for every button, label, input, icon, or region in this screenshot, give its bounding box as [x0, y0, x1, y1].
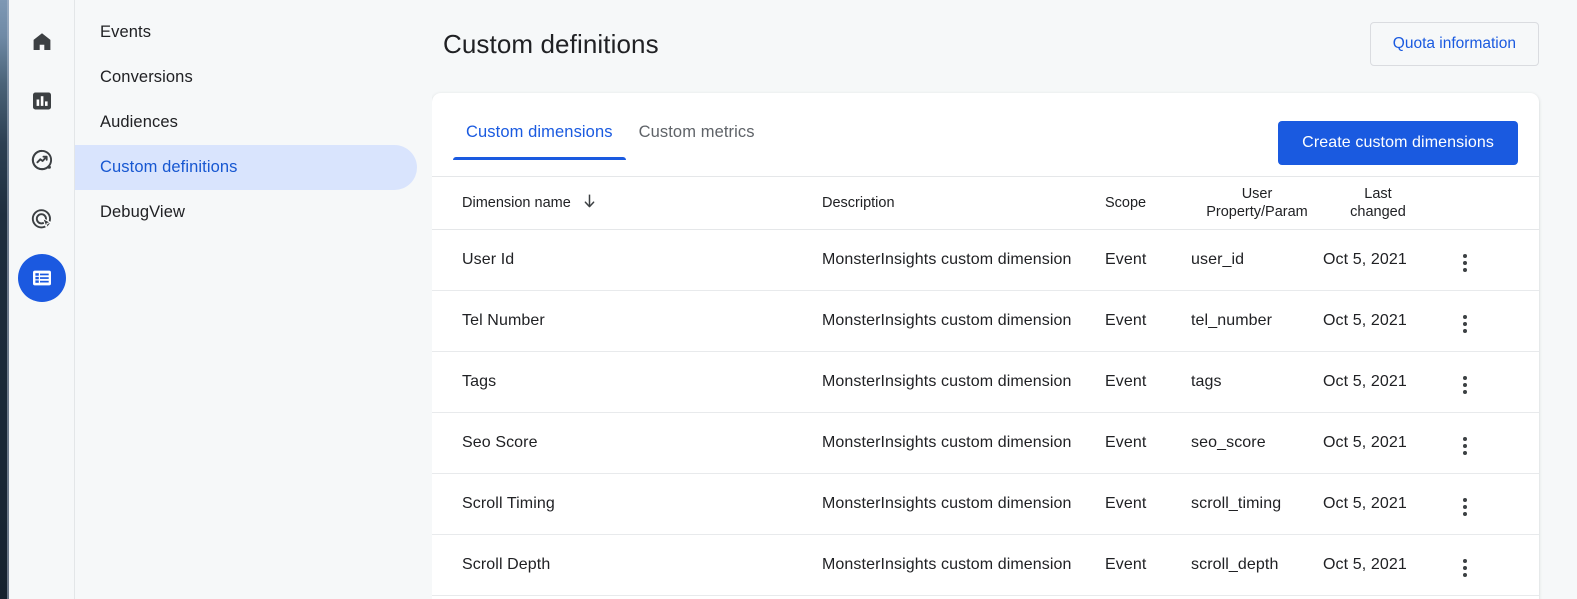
cell-dimension-name: User Id [432, 229, 822, 291]
column-label: Scope [1105, 195, 1147, 211]
window-edge-highlight [7, 0, 9, 599]
custom-dimensions-table: Dimension name Description Scope User Pr… [432, 176, 1539, 596]
create-custom-dimensions-button[interactable]: Create custom dimensions [1278, 121, 1518, 165]
tab-label: Custom dimensions [466, 123, 613, 141]
app-root: Events Conversions Audiences Custom defi… [0, 0, 1577, 599]
cell-description: MonsterInsights custom dimension [822, 351, 1105, 413]
cell-last-changed: Oct 5, 2021 [1323, 412, 1433, 474]
sidebar-item-conversions[interactable]: Conversions [75, 55, 417, 100]
cell-scope: Event [1105, 412, 1191, 474]
sidebar-item-audiences[interactable]: Audiences [75, 100, 417, 145]
cell-description: MonsterInsights custom dimension [822, 412, 1105, 474]
cell-user-property: tel_number [1191, 290, 1323, 352]
table-row[interactable]: Tel Number MonsterInsights custom dimens… [432, 290, 1539, 352]
column-header-dimension-name[interactable]: Dimension name [432, 176, 822, 230]
table-row[interactable]: Seo Score MonsterInsights custom dimensi… [432, 412, 1539, 474]
arrow-down-icon [582, 193, 597, 213]
table-row[interactable]: Scroll Depth MonsterInsights custom dime… [432, 534, 1539, 596]
cell-description: MonsterInsights custom dimension [822, 534, 1105, 596]
cell-actions [1433, 290, 1539, 352]
cell-dimension-name: Tel Number [432, 290, 822, 352]
column-header-user-property-param[interactable]: User Property/Param [1191, 176, 1323, 230]
more-options-icon[interactable] [1455, 433, 1475, 459]
more-options-icon[interactable] [1455, 372, 1475, 398]
column-label-line1: Last [1364, 185, 1392, 202]
quota-information-button[interactable]: Quota information [1369, 22, 1539, 66]
tab-bar: Custom dimensions Custom metrics Create … [432, 93, 1539, 176]
cell-dimension-name: Scroll Depth [432, 534, 822, 596]
cell-actions [1433, 351, 1539, 413]
cell-scope: Event [1105, 290, 1191, 352]
column-header-scope[interactable]: Scope [1105, 176, 1191, 230]
cell-description: MonsterInsights custom dimension [822, 473, 1105, 535]
column-header-actions [1433, 176, 1539, 230]
secondary-sidebar: Events Conversions Audiences Custom defi… [75, 0, 432, 599]
cell-last-changed: Oct 5, 2021 [1323, 351, 1433, 413]
cell-description: MonsterInsights custom dimension [822, 290, 1105, 352]
sidebar-item-label: Custom definitions [100, 158, 238, 176]
cell-scope: Event [1105, 534, 1191, 596]
tab-label: Custom metrics [638, 123, 755, 141]
cell-actions [1433, 534, 1539, 596]
cell-user-property: scroll_depth [1191, 534, 1323, 596]
more-options-icon[interactable] [1455, 311, 1475, 337]
column-label: Description [822, 195, 895, 211]
sidebar-item-label: Events [100, 23, 152, 41]
column-header-last-changed[interactable]: Last changed [1323, 176, 1433, 230]
column-header-description[interactable]: Description [822, 176, 1105, 230]
table-header-row: Dimension name Description Scope User Pr… [432, 176, 1539, 230]
custom-definitions-card: Custom dimensions Custom metrics Create … [432, 93, 1539, 599]
column-label-line2: Property/Param [1206, 204, 1308, 220]
cell-dimension-name: Tags [432, 351, 822, 413]
column-label-line2: changed [1350, 204, 1406, 220]
cell-dimension-name: Scroll Timing [432, 473, 822, 535]
bar-chart-icon[interactable] [18, 77, 66, 125]
page-title: Custom definitions [443, 29, 659, 59]
cell-user-property: seo_score [1191, 412, 1323, 474]
table-row[interactable]: Tags MonsterInsights custom dimension Ev… [432, 351, 1539, 413]
table-row[interactable]: User Id MonsterInsights custom dimension… [432, 229, 1539, 291]
page-header: Custom definitions Quota information [432, 0, 1577, 93]
table-body: User Id MonsterInsights custom dimension… [432, 229, 1539, 596]
cell-last-changed: Oct 5, 2021 [1323, 473, 1433, 535]
cell-user-property: tags [1191, 351, 1323, 413]
target-cursor-icon[interactable] [18, 195, 66, 243]
more-options-icon[interactable] [1455, 494, 1475, 520]
cell-last-changed: Oct 5, 2021 [1323, 534, 1433, 596]
cell-last-changed: Oct 5, 2021 [1323, 229, 1433, 291]
tab-custom-dimensions[interactable]: Custom dimensions [453, 123, 626, 160]
cell-scope: Event [1105, 229, 1191, 291]
cell-scope: Event [1105, 351, 1191, 413]
more-options-icon[interactable] [1455, 555, 1475, 581]
primary-icon-rail [9, 0, 75, 599]
sidebar-item-label: Conversions [100, 68, 193, 86]
sidebar-item-events[interactable]: Events [75, 10, 417, 55]
main-content: Custom definitions Quota information Cus… [432, 0, 1577, 599]
tab-custom-metrics[interactable]: Custom metrics [626, 123, 768, 160]
column-label-line1: User [1241, 185, 1273, 202]
cell-user-property: scroll_timing [1191, 473, 1323, 535]
table-row[interactable]: Scroll Timing MonsterInsights custom dim… [432, 473, 1539, 535]
sidebar-item-debugview[interactable]: DebugView [75, 190, 417, 235]
cell-actions [1433, 229, 1539, 291]
sidebar-item-label: DebugView [100, 203, 185, 221]
cell-actions [1433, 473, 1539, 535]
sidebar-item-custom-definitions[interactable]: Custom definitions [75, 145, 417, 190]
home-icon[interactable] [18, 18, 66, 66]
cell-user-property: user_id [1191, 229, 1323, 291]
table-header: Dimension name Description Scope User Pr… [432, 176, 1539, 230]
explore-bubble-icon[interactable] [18, 136, 66, 184]
cell-description: MonsterInsights custom dimension [822, 229, 1105, 291]
configure-list-icon[interactable] [17, 254, 66, 302]
cell-last-changed: Oct 5, 2021 [1323, 290, 1433, 352]
cell-actions [1433, 412, 1539, 474]
cell-dimension-name: Seo Score [432, 412, 822, 474]
cell-scope: Event [1105, 473, 1191, 535]
sidebar-item-label: Audiences [100, 113, 178, 131]
column-label: Dimension name [462, 195, 571, 211]
more-options-icon[interactable] [1455, 250, 1475, 276]
